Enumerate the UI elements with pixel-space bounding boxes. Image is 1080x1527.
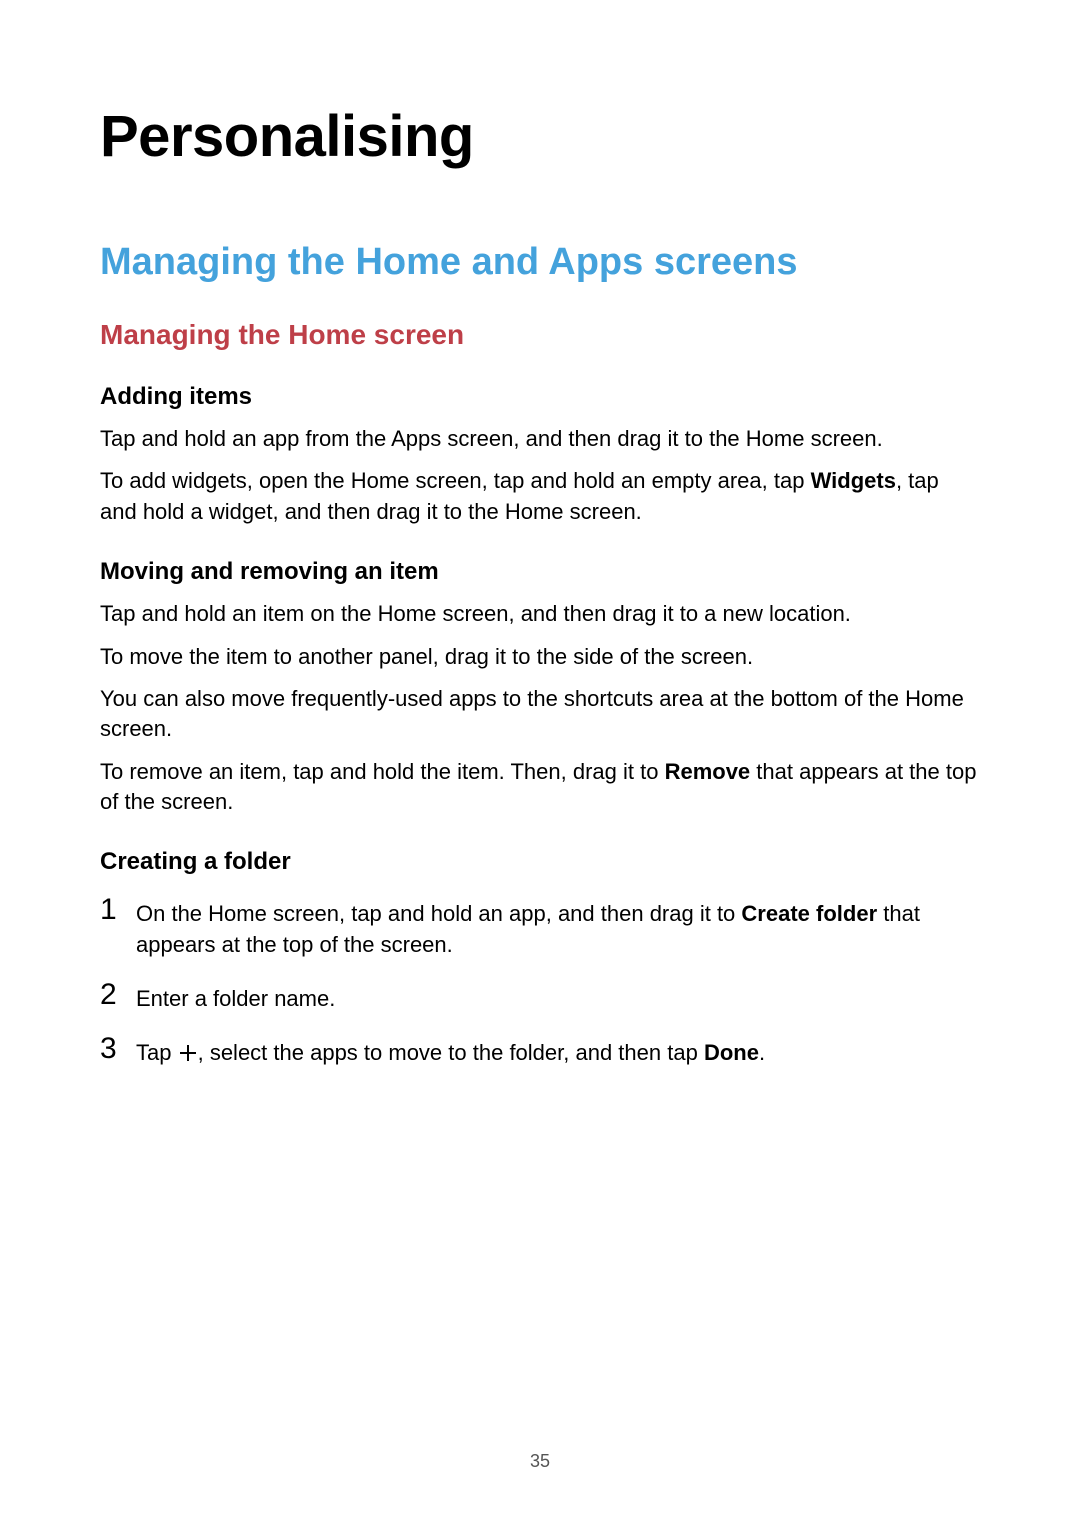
text-fragment: Tap (136, 1040, 178, 1065)
step-number: 3 (100, 1034, 130, 1064)
bold-remove: Remove (665, 759, 751, 784)
plus-icon (178, 1041, 198, 1071)
step-item: 3 Tap , select the apps to move to the f… (100, 1034, 980, 1068)
body-text: Tap and hold an item on the Home screen,… (100, 599, 980, 629)
step-item: 2 Enter a folder name. (100, 980, 980, 1014)
step-number: 1 (100, 895, 130, 925)
text-fragment: , select the apps to move to the folder,… (198, 1040, 704, 1065)
step-body: On the Home screen, tap and hold an app,… (136, 895, 980, 960)
body-text: To remove an item, tap and hold the item… (100, 757, 980, 818)
page-number: 35 (0, 1451, 1080, 1472)
bold-done: Done (704, 1040, 759, 1065)
step-number: 2 (100, 980, 130, 1010)
topic-heading-creating-folder: Creating a folder (100, 847, 980, 877)
bold-create-folder: Create folder (741, 901, 877, 926)
topic-heading-moving-removing: Moving and removing an item (100, 557, 980, 587)
manual-page: Personalising Managing the Home and Apps… (0, 0, 1080, 1527)
subsection-heading-h3: Managing the Home screen (100, 318, 980, 352)
step-body: Tap , select the apps to move to the fol… (136, 1034, 765, 1068)
step-body: Enter a folder name. (136, 980, 335, 1014)
step-item: 1 On the Home screen, tap and hold an ap… (100, 895, 980, 960)
body-text: You can also move frequently-used apps t… (100, 684, 980, 745)
section-heading-h2: Managing the Home and Apps screens (100, 241, 980, 285)
body-text: To add widgets, open the Home screen, ta… (100, 466, 980, 527)
text-fragment: To add widgets, open the Home screen, ta… (100, 468, 811, 493)
text-fragment: To remove an item, tap and hold the item… (100, 759, 665, 784)
text-fragment: . (759, 1040, 765, 1065)
bold-widgets: Widgets (811, 468, 896, 493)
body-text: To move the item to another panel, drag … (100, 642, 980, 672)
page-title-h1: Personalising (100, 105, 980, 169)
text-fragment: On the Home screen, tap and hold an app,… (136, 901, 741, 926)
body-text: Tap and hold an app from the Apps screen… (100, 424, 980, 454)
topic-heading-adding-items: Adding items (100, 382, 980, 412)
